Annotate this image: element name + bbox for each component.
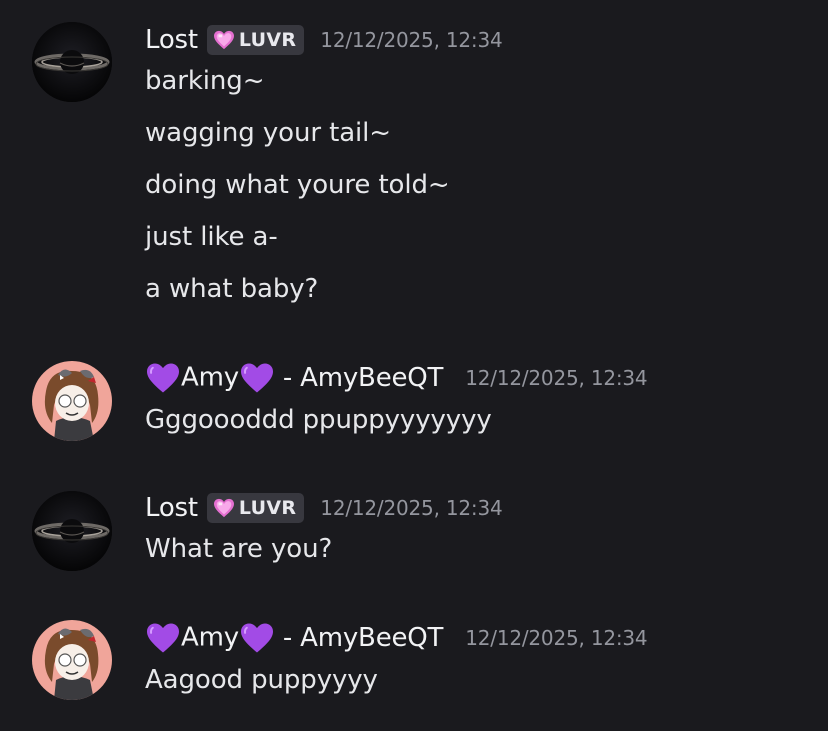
purple-heart-icon (239, 622, 275, 654)
purple-heart-icon (145, 622, 181, 654)
amy-avatar[interactable] (32, 361, 112, 441)
anime-girl-avatar-icon (32, 620, 112, 700)
anime-girl-avatar-icon (32, 361, 112, 441)
lost-avatar[interactable] (32, 491, 112, 571)
message-line: just like a- (145, 222, 278, 252)
pink-heart-gem-icon (213, 498, 235, 518)
message-line: doing what youre told~ (145, 170, 450, 200)
username[interactable]: Amy - AmyBeeQT (145, 622, 449, 654)
username-name: Amy (181, 362, 239, 393)
role-tag[interactable]: LUVR (206, 493, 305, 523)
purple-heart-icon (239, 362, 275, 394)
message-line: Aagood puppyyyy (145, 665, 378, 695)
message-line: wagging your tail~ (145, 118, 391, 148)
amy-avatar[interactable] (32, 620, 112, 700)
role-tag[interactable]: LUVR (206, 25, 305, 55)
message-line: a what baby? (145, 274, 319, 304)
username[interactable]: Amy - AmyBeeQT (145, 362, 449, 394)
lost-avatar[interactable] (32, 22, 112, 102)
message-line: What are you? (145, 534, 333, 564)
username[interactable]: Lost (145, 25, 198, 55)
message-header: Amy - AmyBeeQT 12/12/2025, 12:34 (145, 360, 648, 396)
username[interactable]: Lost (145, 493, 198, 523)
saturn-avatar-icon (32, 22, 112, 102)
role-tag-label: LUVR (238, 29, 297, 51)
pink-heart-gem-icon (213, 30, 235, 50)
message-line: barking~ (145, 66, 265, 96)
message-header: Lost LUVR 12/12/2025, 12:34 (145, 22, 503, 58)
role-tag-label: LUVR (238, 497, 297, 519)
username-handle: - AmyBeeQT (282, 622, 444, 653)
timestamp: 12/12/2025, 12:34 (320, 496, 503, 520)
message-header: Amy - AmyBeeQT 12/12/2025, 12:34 (145, 620, 648, 656)
message-line: Gggoooddd ppuppyyyyyyy (145, 405, 492, 435)
timestamp: 12/12/2025, 12:34 (465, 626, 648, 650)
saturn-avatar-icon (32, 491, 112, 571)
timestamp: 12/12/2025, 12:34 (465, 366, 648, 390)
timestamp: 12/12/2025, 12:34 (320, 28, 503, 52)
username-name: Amy (181, 622, 239, 653)
purple-heart-icon (145, 362, 181, 394)
message-header: Lost LUVR 12/12/2025, 12:34 (145, 490, 503, 526)
username-handle: - AmyBeeQT (282, 362, 444, 393)
